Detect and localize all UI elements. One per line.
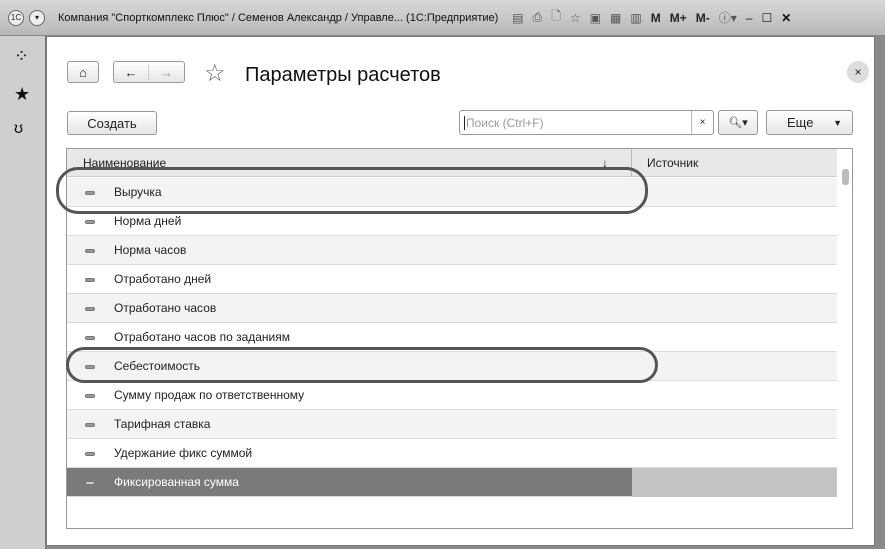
row-name: Себестоимость xyxy=(114,359,201,373)
row-name: Тарифная ставка xyxy=(114,417,211,431)
row-source xyxy=(632,468,837,497)
search-input[interactable]: Поиск (Ctrl+F) × xyxy=(459,110,714,135)
item-icon xyxy=(85,278,95,282)
item-icon xyxy=(85,481,95,485)
parameters-table: Наименование ↓ Источник Выручка Норма дне… xyxy=(66,148,853,529)
save-icon[interactable]: ▤ xyxy=(512,11,523,25)
row-name: Отработано дней xyxy=(114,272,212,286)
scrollbar-thumb[interactable] xyxy=(842,169,849,185)
search-icon: 🔍︎▾ xyxy=(728,117,748,129)
sidebar: ⁘ ★ ʊ xyxy=(0,36,46,549)
row-source xyxy=(632,410,837,439)
row-name: Выручка xyxy=(114,185,162,199)
maximize-icon[interactable]: ☐ xyxy=(761,11,772,25)
table-row[interactable]: Тарифная ставка xyxy=(67,410,837,439)
home-icon: ⌂ xyxy=(79,64,87,80)
row-name: Норма дней xyxy=(114,214,182,228)
table-row[interactable]: Отработано дней xyxy=(67,265,837,294)
table-header: Наименование ↓ Источник xyxy=(67,149,837,177)
main-menu-icon[interactable]: ▾ xyxy=(29,9,45,26)
favorites-icon[interactable]: ☆ xyxy=(570,11,581,25)
chevron-down-icon: ▼ xyxy=(833,117,842,128)
nav-buttons: ← → xyxy=(113,61,185,83)
item-icon xyxy=(85,336,95,340)
item-icon xyxy=(85,307,95,311)
close-window-icon[interactable]: ✕ xyxy=(781,11,791,25)
memory-minus-button[interactable]: M- xyxy=(696,11,710,25)
window-title: Компания "Спорткомплекс Плюс" / Семенов … xyxy=(58,11,499,24)
row-name: Фиксированная сумма xyxy=(114,475,239,489)
row-source xyxy=(632,439,837,468)
search-options-button[interactable]: 🔍︎▾ xyxy=(718,110,758,135)
minimize-icon[interactable]: – xyxy=(746,11,753,25)
bookmark-icon[interactable]: ▣ xyxy=(590,11,601,25)
column-header-name[interactable]: Наименование xyxy=(83,156,166,170)
clear-search-button[interactable]: × xyxy=(691,111,713,134)
memory-plus-button[interactable]: M+ xyxy=(670,11,687,25)
forward-icon[interactable]: → xyxy=(149,65,184,80)
item-icon xyxy=(85,249,95,253)
info-icon[interactable]: ⓘ▾ xyxy=(719,9,737,26)
favorites-star-icon[interactable]: ★ xyxy=(14,84,30,105)
item-icon xyxy=(85,452,95,456)
more-button[interactable]: Еще ▼ xyxy=(766,110,853,135)
table-row[interactable]: Норма часов xyxy=(67,236,837,265)
row-source xyxy=(632,236,837,265)
table-row[interactable]: Выручка xyxy=(67,178,837,207)
row-source xyxy=(632,352,837,381)
calendar-icon[interactable]: ▥ xyxy=(630,11,641,25)
item-icon xyxy=(85,394,95,398)
row-source xyxy=(632,265,837,294)
table-row[interactable]: Удержание фикс суммой xyxy=(67,439,837,468)
preview-icon[interactable]: 🗋 xyxy=(551,7,561,28)
scrollbar[interactable] xyxy=(837,149,852,528)
row-name: Отработано часов xyxy=(114,301,217,315)
favorite-star-icon[interactable]: ☆ xyxy=(204,59,226,88)
column-divider[interactable] xyxy=(631,149,632,177)
calculator-icon[interactable]: ▦ xyxy=(610,11,621,25)
row-source xyxy=(632,381,837,410)
more-label: Еще xyxy=(787,115,814,130)
row-source xyxy=(632,207,837,236)
row-source xyxy=(632,294,837,323)
home-button[interactable]: ⌂ xyxy=(67,61,99,83)
item-icon xyxy=(85,191,95,195)
back-icon[interactable]: ← xyxy=(114,64,150,80)
table-row[interactable]: Фиксированная сумма xyxy=(67,468,837,497)
print-icon[interactable]: ⎙ xyxy=(533,10,543,25)
create-button[interactable]: Создать xyxy=(67,111,157,135)
table-row[interactable]: Сумму продаж по ответственному xyxy=(67,381,837,410)
page-title: Параметры расчетов xyxy=(245,64,441,86)
search-placeholder: Поиск (Ctrl+F) xyxy=(464,116,544,130)
row-name: Норма часов xyxy=(114,243,187,257)
column-header-source[interactable]: Источник xyxy=(647,156,698,170)
table-row[interactable]: Отработано часов по заданиям xyxy=(67,323,837,352)
sort-icon: ↓ xyxy=(602,156,608,170)
memory-m-button[interactable]: M xyxy=(651,11,661,25)
1c-logo-icon[interactable]: 1С xyxy=(8,9,24,26)
apps-grid-icon[interactable]: ⁘ xyxy=(14,46,29,67)
item-icon xyxy=(85,220,95,224)
history-scroll-icon[interactable]: ʊ xyxy=(14,120,23,138)
table-row[interactable]: Отработано часов xyxy=(67,294,837,323)
row-name: Удержание фикс суммой xyxy=(114,446,253,460)
table-row[interactable]: Себестоимость xyxy=(67,352,837,381)
row-name: Отработано часов по заданиям xyxy=(114,330,291,344)
row-source xyxy=(632,323,837,352)
form-area: ⌂ ← → ☆ Параметры расчетов × Создать Пои… xyxy=(46,36,875,546)
table-row[interactable]: Норма дней xyxy=(67,207,837,236)
item-icon xyxy=(85,365,95,369)
item-icon xyxy=(85,423,95,427)
title-bar: 1С ▾ Компания "Спорткомплекс Плюс" / Сем… xyxy=(0,0,885,36)
close-form-button[interactable]: × xyxy=(847,61,869,83)
row-source xyxy=(632,178,837,207)
row-name: Сумму продаж по ответственному xyxy=(114,388,305,402)
